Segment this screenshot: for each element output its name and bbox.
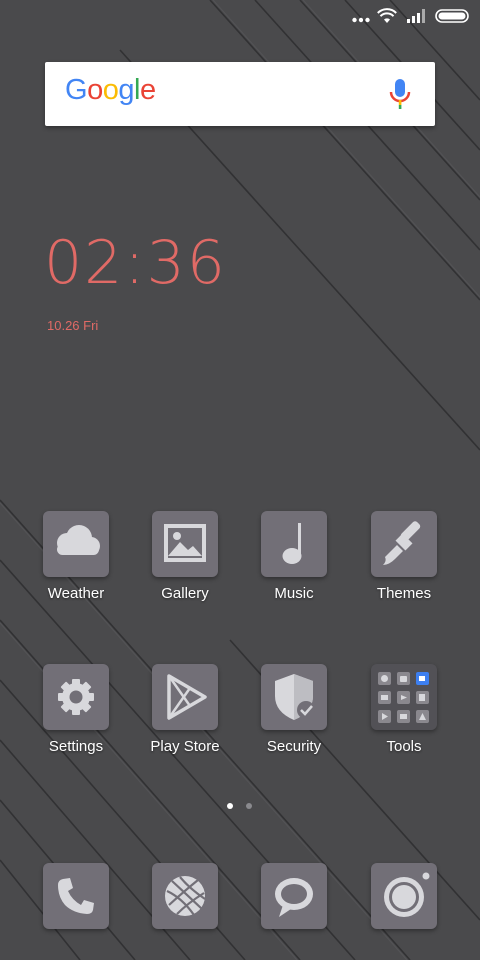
app-label: Security [266,738,322,755]
app-settings[interactable]: Settings [21,664,131,755]
dock-camera[interactable] [349,863,459,929]
battery-icon [435,9,469,23]
app-label: Themes [376,585,432,602]
dock-messaging[interactable] [239,863,349,929]
mic-icon[interactable] [389,78,411,110]
app-label: Weather [47,585,105,602]
camera-icon [384,872,430,917]
dock-phone[interactable] [21,863,131,929]
app-weather[interactable]: Weather [21,511,131,602]
app-tools-folder[interactable]: Tools [349,664,459,755]
globe-icon [165,876,206,916]
chat-bubble-icon [275,878,313,917]
google-logo: Google [65,74,156,106]
folder-icon [378,672,429,723]
app-music[interactable]: Music [239,511,349,602]
wallpaper [0,0,480,960]
app-label: Tools [386,738,422,755]
app-themes[interactable]: Themes [349,511,459,602]
app-security[interactable]: Security [239,664,349,755]
gear-icon [58,679,94,715]
dock-browser[interactable] [130,863,240,929]
music-note-icon [282,523,302,564]
image-icon [164,524,206,562]
phone-icon [58,878,94,914]
app-label: Gallery [161,585,209,602]
app-play-store[interactable]: Play Store [130,664,240,755]
page-dot-active[interactable] [227,803,233,809]
wifi-icon [377,8,397,23]
clock-widget-date: 10.26 Fri [47,318,99,333]
page-dot[interactable] [246,803,252,809]
google-search-bar[interactable]: Google [45,62,435,126]
signal-icon [407,9,425,23]
play-icon [167,674,207,720]
paintbrush-icon [383,521,421,565]
app-gallery[interactable]: Gallery [130,511,240,602]
app-label: Settings [48,738,104,755]
shield-icon [275,674,315,720]
app-label: Play Store [150,738,220,755]
cloud-icon [57,525,100,555]
app-label: Music [274,585,314,602]
clock-widget-time[interactable]: 02:36 [44,228,227,298]
status-bar [0,0,480,34]
more-dots-icon [352,17,370,23]
